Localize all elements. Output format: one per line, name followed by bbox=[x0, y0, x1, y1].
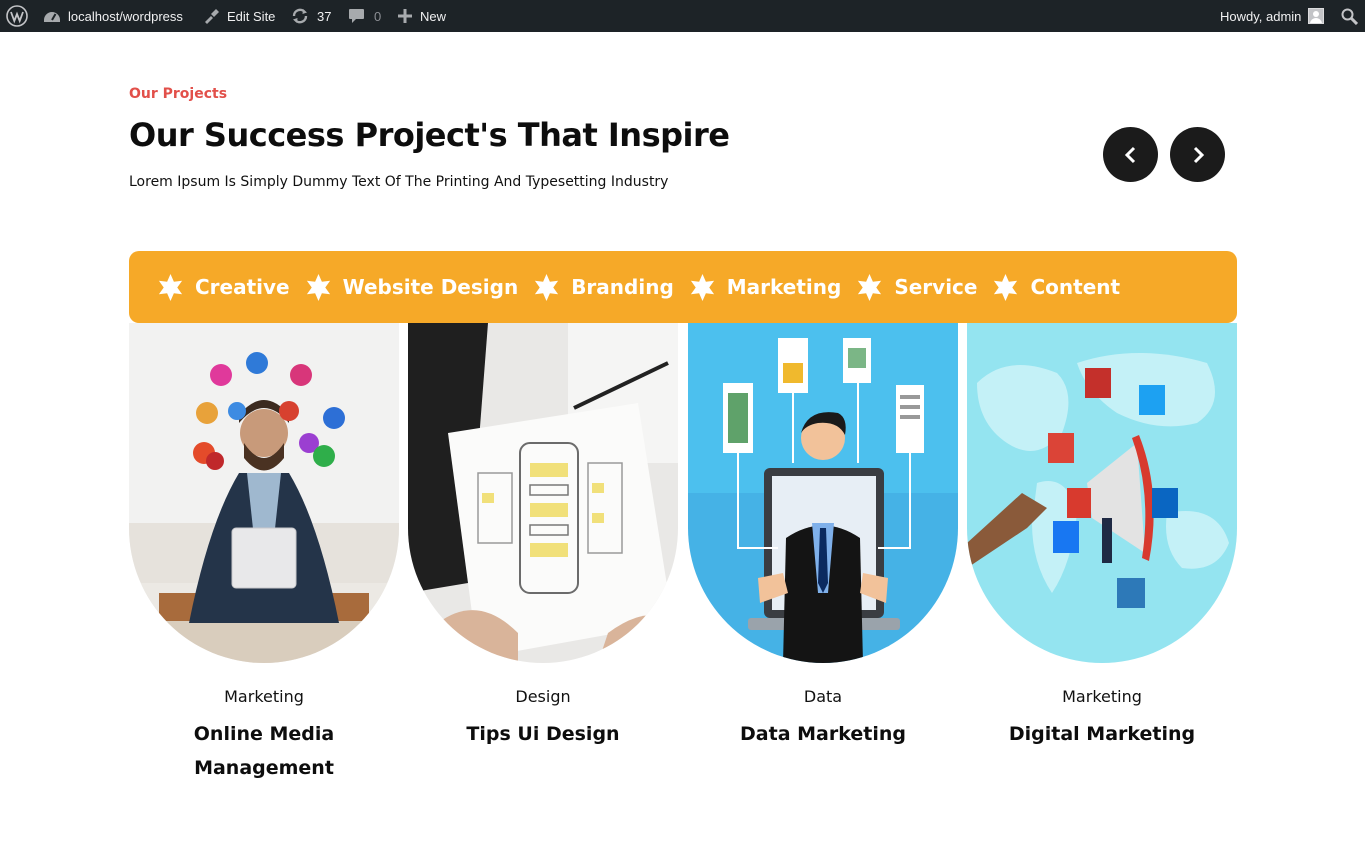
refresh-icon bbox=[291, 7, 309, 25]
ribbon-item: Branding bbox=[532, 273, 674, 302]
project-image bbox=[129, 323, 399, 663]
project-image bbox=[688, 323, 958, 663]
dashboard-icon bbox=[43, 8, 61, 24]
ribbon-item: Content bbox=[991, 273, 1120, 302]
new-label: New bbox=[420, 8, 447, 24]
section-title: Our Success Project's That Inspire bbox=[129, 116, 730, 154]
star-burst-icon bbox=[858, 273, 882, 301]
wordpress-logo-icon[interactable] bbox=[6, 0, 30, 32]
ribbon-item: Website Design bbox=[304, 273, 519, 302]
project-category: Data bbox=[803, 687, 843, 706]
admin-bar-site-link[interactable]: localhost/wordpress bbox=[43, 0, 183, 32]
star-burst-icon bbox=[306, 273, 330, 301]
project-card[interactable]: Data Data Marketing bbox=[688, 323, 958, 745]
project-category: Design bbox=[515, 687, 571, 706]
edit-site-label: Edit Site bbox=[227, 8, 276, 24]
ribbon-label: Service bbox=[894, 275, 978, 299]
comments-link[interactable]: 0 bbox=[348, 0, 381, 32]
carousel-next-button[interactable] bbox=[1170, 127, 1225, 182]
howdy-text: Howdy, admin bbox=[1220, 8, 1302, 24]
carousel-prev-button[interactable] bbox=[1103, 127, 1158, 182]
ribbon-label: Branding bbox=[571, 275, 674, 299]
project-title[interactable]: Data Marketing bbox=[688, 717, 958, 751]
project-title[interactable]: Digital Marketing bbox=[967, 717, 1237, 751]
ribbon-item: Marketing bbox=[688, 273, 842, 302]
updates-count: 37 bbox=[317, 8, 332, 24]
admin-search-icon[interactable] bbox=[1341, 0, 1358, 32]
project-category: Marketing bbox=[224, 687, 304, 706]
star-burst-icon bbox=[690, 273, 714, 301]
ribbon-label: Creative bbox=[195, 275, 290, 299]
project-image bbox=[408, 323, 678, 663]
project-image bbox=[967, 323, 1237, 663]
star-burst-icon bbox=[158, 273, 183, 301]
plus-icon bbox=[398, 9, 412, 23]
edit-site-link[interactable]: Edit Site bbox=[202, 0, 275, 32]
brush-icon bbox=[202, 7, 220, 25]
ribbon-label: Website Design bbox=[342, 275, 519, 299]
project-title[interactable]: Tips Ui Design bbox=[408, 717, 678, 751]
section-eyebrow: Our Projects bbox=[129, 86, 228, 102]
tag-ribbon: Creative Website Design Branding Marketi… bbox=[129, 251, 1237, 323]
comments-count: 0 bbox=[374, 8, 382, 24]
site-name: localhost/wordpress bbox=[68, 8, 183, 24]
project-card[interactable]: Marketing Online Media Management bbox=[129, 323, 399, 779]
star-burst-icon bbox=[535, 273, 559, 301]
account-menu[interactable]: Howdy, admin bbox=[1220, 0, 1325, 32]
ribbon-label: Content bbox=[1030, 275, 1121, 299]
comment-bubble-icon bbox=[348, 8, 365, 24]
chevron-right-icon bbox=[1193, 146, 1204, 163]
project-category: Marketing bbox=[1062, 687, 1142, 706]
project-card[interactable]: Marketing Digital Marketing bbox=[967, 323, 1237, 745]
chevron-left-icon bbox=[1124, 146, 1135, 163]
ribbon-item: Service bbox=[855, 273, 977, 302]
admin-bar: localhost/wordpress Edit Site 37 0 New H… bbox=[0, 0, 1365, 32]
ribbon-label: Marketing bbox=[726, 275, 842, 299]
updates-link[interactable]: 37 bbox=[291, 0, 331, 32]
section-subtitle: Lorem Ipsum Is Simply Dummy Text Of The … bbox=[129, 174, 669, 190]
ribbon-item: Creative bbox=[156, 273, 290, 302]
avatar bbox=[1308, 8, 1325, 24]
new-content-link[interactable]: New bbox=[398, 0, 446, 32]
star-burst-icon bbox=[994, 273, 1018, 301]
project-title[interactable]: Online Media Management bbox=[129, 717, 399, 785]
project-card[interactable]: Design Tips Ui Design bbox=[408, 323, 678, 745]
